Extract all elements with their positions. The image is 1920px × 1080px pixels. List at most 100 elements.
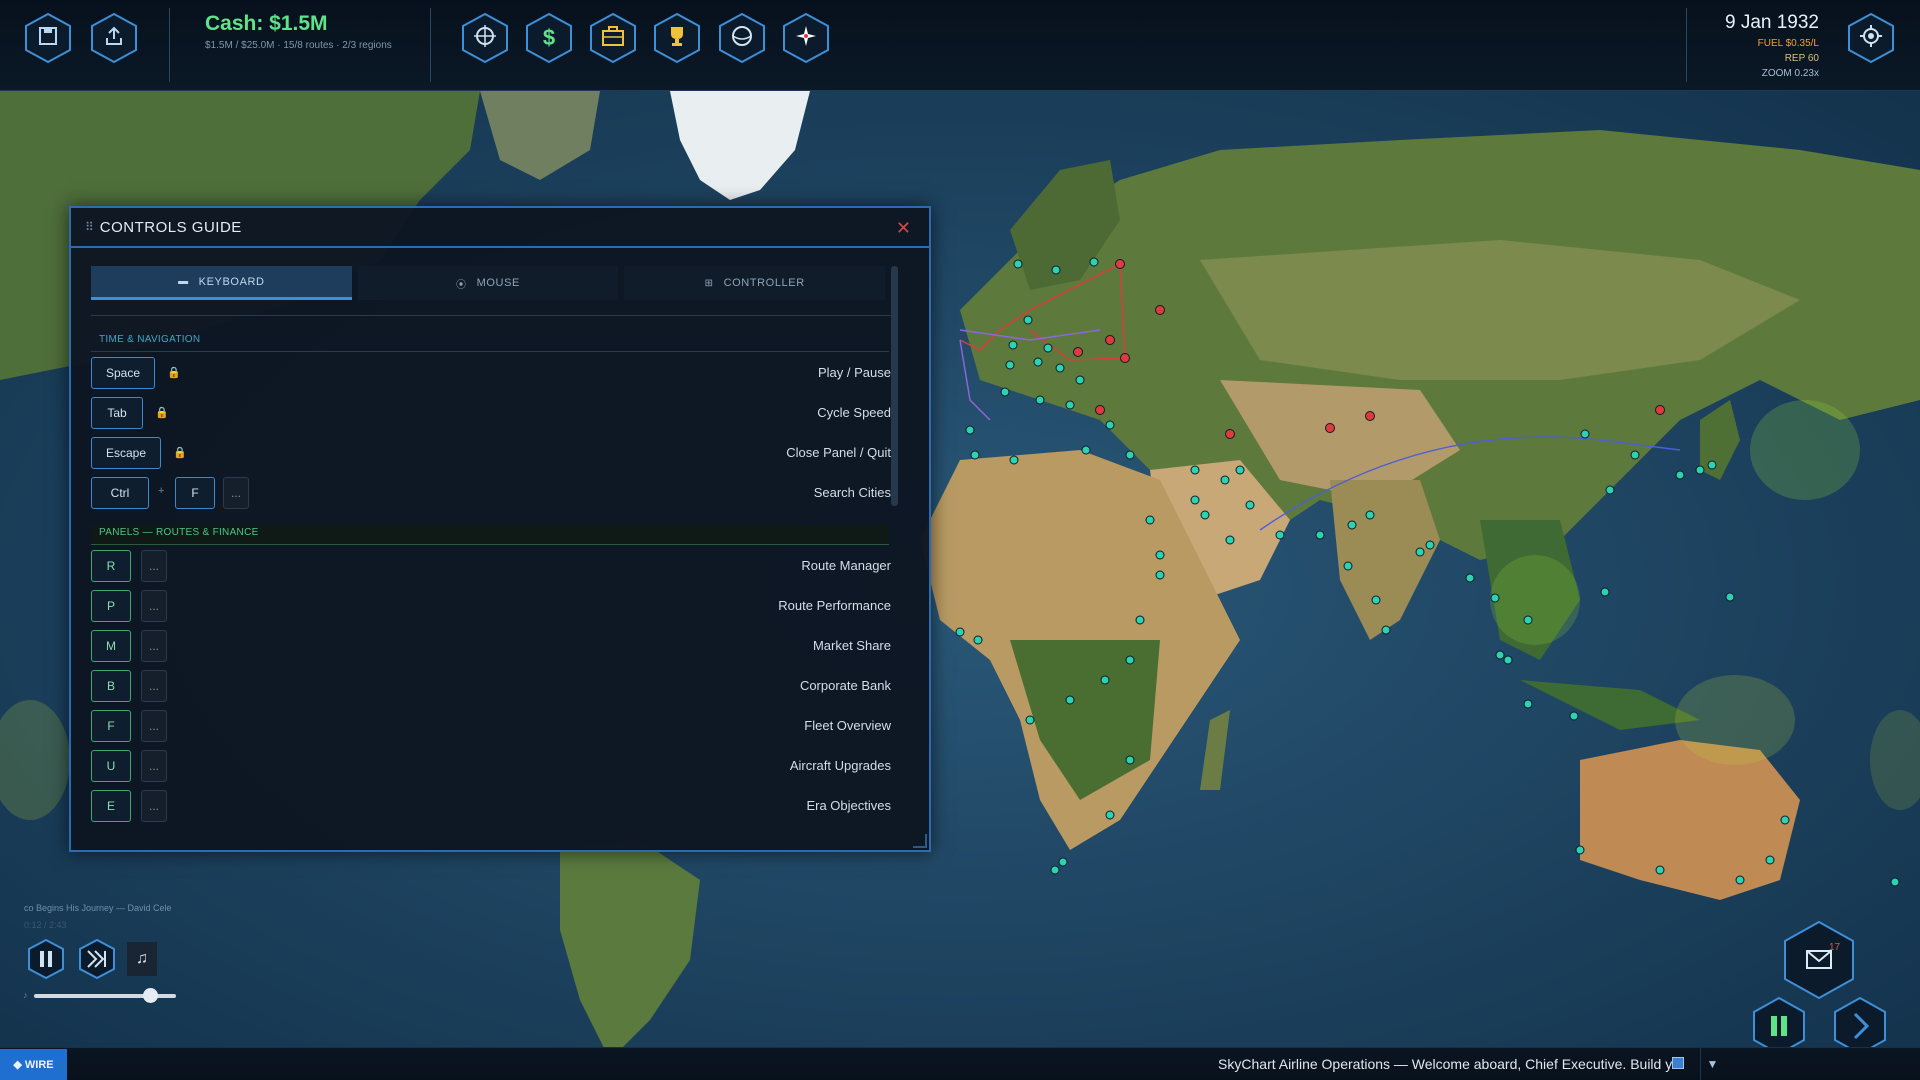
key-p[interactable]: P bbox=[91, 590, 131, 622]
city-marker[interactable] bbox=[1415, 547, 1425, 557]
tab-keyboard[interactable]: ▬ KEYBOARD bbox=[91, 266, 352, 300]
city-marker[interactable] bbox=[1055, 363, 1065, 373]
key-add-binding[interactable]: ... bbox=[141, 750, 167, 782]
city-marker[interactable] bbox=[1490, 593, 1500, 603]
city-marker[interactable] bbox=[1089, 257, 1099, 267]
key-b[interactable]: B bbox=[91, 670, 131, 702]
city-marker[interactable] bbox=[1580, 429, 1590, 439]
ticker-collapse-button[interactable]: ▼ bbox=[1700, 1048, 1724, 1080]
city-marker[interactable] bbox=[1135, 615, 1145, 625]
key-ctrl[interactable]: Ctrl bbox=[91, 477, 149, 509]
city-marker[interactable] bbox=[1735, 875, 1745, 885]
city-marker[interactable] bbox=[1155, 305, 1165, 315]
city-marker[interactable] bbox=[1065, 695, 1075, 705]
music-skip-button[interactable] bbox=[77, 938, 117, 980]
city-marker[interactable] bbox=[1023, 315, 1033, 325]
city-marker[interactable] bbox=[1025, 715, 1035, 725]
wire-button[interactable]: ◆ WIRE bbox=[0, 1049, 67, 1080]
city-marker[interactable] bbox=[1523, 699, 1533, 709]
city-marker[interactable] bbox=[1225, 429, 1235, 439]
key-escape[interactable]: Escape bbox=[91, 437, 161, 469]
city-marker[interactable] bbox=[1051, 265, 1061, 275]
key-m[interactable]: M bbox=[91, 630, 131, 662]
city-marker[interactable] bbox=[1569, 711, 1579, 721]
city-marker[interactable] bbox=[973, 635, 983, 645]
city-marker[interactable] bbox=[1605, 485, 1615, 495]
tab-controller[interactable]: ⊞ CONTROLLER bbox=[624, 266, 886, 300]
city-marker[interactable] bbox=[1145, 515, 1155, 525]
city-marker[interactable] bbox=[1765, 855, 1775, 865]
drag-handle-icon[interactable]: ⠿ bbox=[85, 220, 94, 234]
city-marker[interactable] bbox=[1655, 865, 1665, 875]
city-marker[interactable] bbox=[1033, 357, 1043, 367]
city-marker[interactable] bbox=[1155, 550, 1165, 560]
panel-scrollbar[interactable] bbox=[891, 266, 898, 506]
city-marker[interactable] bbox=[1125, 655, 1135, 665]
city-marker[interactable] bbox=[1190, 465, 1200, 475]
city-marker[interactable] bbox=[1371, 595, 1381, 605]
city-marker[interactable] bbox=[1465, 573, 1475, 583]
city-marker[interactable] bbox=[1343, 561, 1353, 571]
navigation-button[interactable] bbox=[781, 12, 831, 64]
city-marker[interactable] bbox=[1075, 375, 1085, 385]
city-marker[interactable] bbox=[1105, 335, 1115, 345]
city-marker[interactable] bbox=[1315, 530, 1325, 540]
city-marker[interactable] bbox=[1495, 650, 1505, 660]
city-marker[interactable] bbox=[1220, 475, 1230, 485]
city-marker[interactable] bbox=[1245, 500, 1255, 510]
city-marker[interactable] bbox=[1190, 495, 1200, 505]
key-space[interactable]: Space bbox=[91, 357, 155, 389]
key-add-binding[interactable]: ... bbox=[141, 590, 167, 622]
city-marker[interactable] bbox=[1275, 530, 1285, 540]
city-marker[interactable] bbox=[1425, 540, 1435, 550]
music-pause-button[interactable] bbox=[26, 938, 66, 980]
music-note-icon[interactable]: ♫ bbox=[127, 942, 157, 976]
city-marker[interactable] bbox=[1013, 259, 1023, 269]
city-marker[interactable] bbox=[1890, 877, 1900, 887]
key-add-binding[interactable]: ... bbox=[141, 550, 167, 582]
save-button[interactable] bbox=[23, 12, 73, 64]
city-marker[interactable] bbox=[1365, 411, 1375, 421]
city-marker[interactable] bbox=[1000, 387, 1010, 397]
city-marker[interactable] bbox=[1225, 535, 1235, 545]
resize-handle[interactable] bbox=[913, 834, 927, 848]
city-marker[interactable] bbox=[1235, 465, 1245, 475]
portfolio-button[interactable] bbox=[588, 12, 638, 64]
city-marker[interactable] bbox=[1073, 347, 1083, 357]
city-marker[interactable] bbox=[1005, 360, 1015, 370]
city-marker[interactable] bbox=[1105, 810, 1115, 820]
city-marker[interactable] bbox=[970, 450, 980, 460]
city-marker[interactable] bbox=[1105, 420, 1115, 430]
city-marker[interactable] bbox=[1695, 465, 1705, 475]
city-marker[interactable] bbox=[1365, 510, 1375, 520]
world-button[interactable] bbox=[717, 12, 767, 64]
city-marker[interactable] bbox=[1043, 343, 1053, 353]
city-marker[interactable] bbox=[1065, 400, 1075, 410]
key-e[interactable]: E bbox=[91, 790, 131, 822]
city-marker[interactable] bbox=[1009, 455, 1019, 465]
city-marker[interactable] bbox=[1523, 615, 1533, 625]
city-marker[interactable] bbox=[1050, 865, 1060, 875]
key-r[interactable]: R bbox=[91, 550, 131, 582]
city-marker[interactable] bbox=[1100, 675, 1110, 685]
city-marker[interactable] bbox=[1325, 423, 1335, 433]
panel-header[interactable]: ⠿ CONTROLS GUIDE bbox=[71, 208, 929, 248]
city-marker[interactable] bbox=[1347, 520, 1357, 530]
city-marker[interactable] bbox=[1120, 353, 1130, 363]
city-marker[interactable] bbox=[1200, 510, 1210, 520]
city-marker[interactable] bbox=[1707, 460, 1717, 470]
city-marker[interactable] bbox=[1600, 587, 1610, 597]
city-marker[interactable] bbox=[1115, 259, 1125, 269]
tab-mouse[interactable]: ⦿ MOUSE bbox=[357, 266, 619, 300]
city-marker[interactable] bbox=[955, 627, 965, 637]
city-marker[interactable] bbox=[1381, 625, 1391, 635]
city-marker[interactable] bbox=[1095, 405, 1105, 415]
city-marker[interactable] bbox=[1575, 845, 1585, 855]
city-marker[interactable] bbox=[1008, 340, 1018, 350]
key-f[interactable]: F bbox=[175, 477, 215, 509]
key-f[interactable]: F bbox=[91, 710, 131, 742]
city-marker[interactable] bbox=[1035, 395, 1045, 405]
export-button[interactable] bbox=[89, 12, 139, 64]
key-add-binding[interactable]: ... bbox=[223, 477, 249, 509]
city-marker[interactable] bbox=[1125, 450, 1135, 460]
